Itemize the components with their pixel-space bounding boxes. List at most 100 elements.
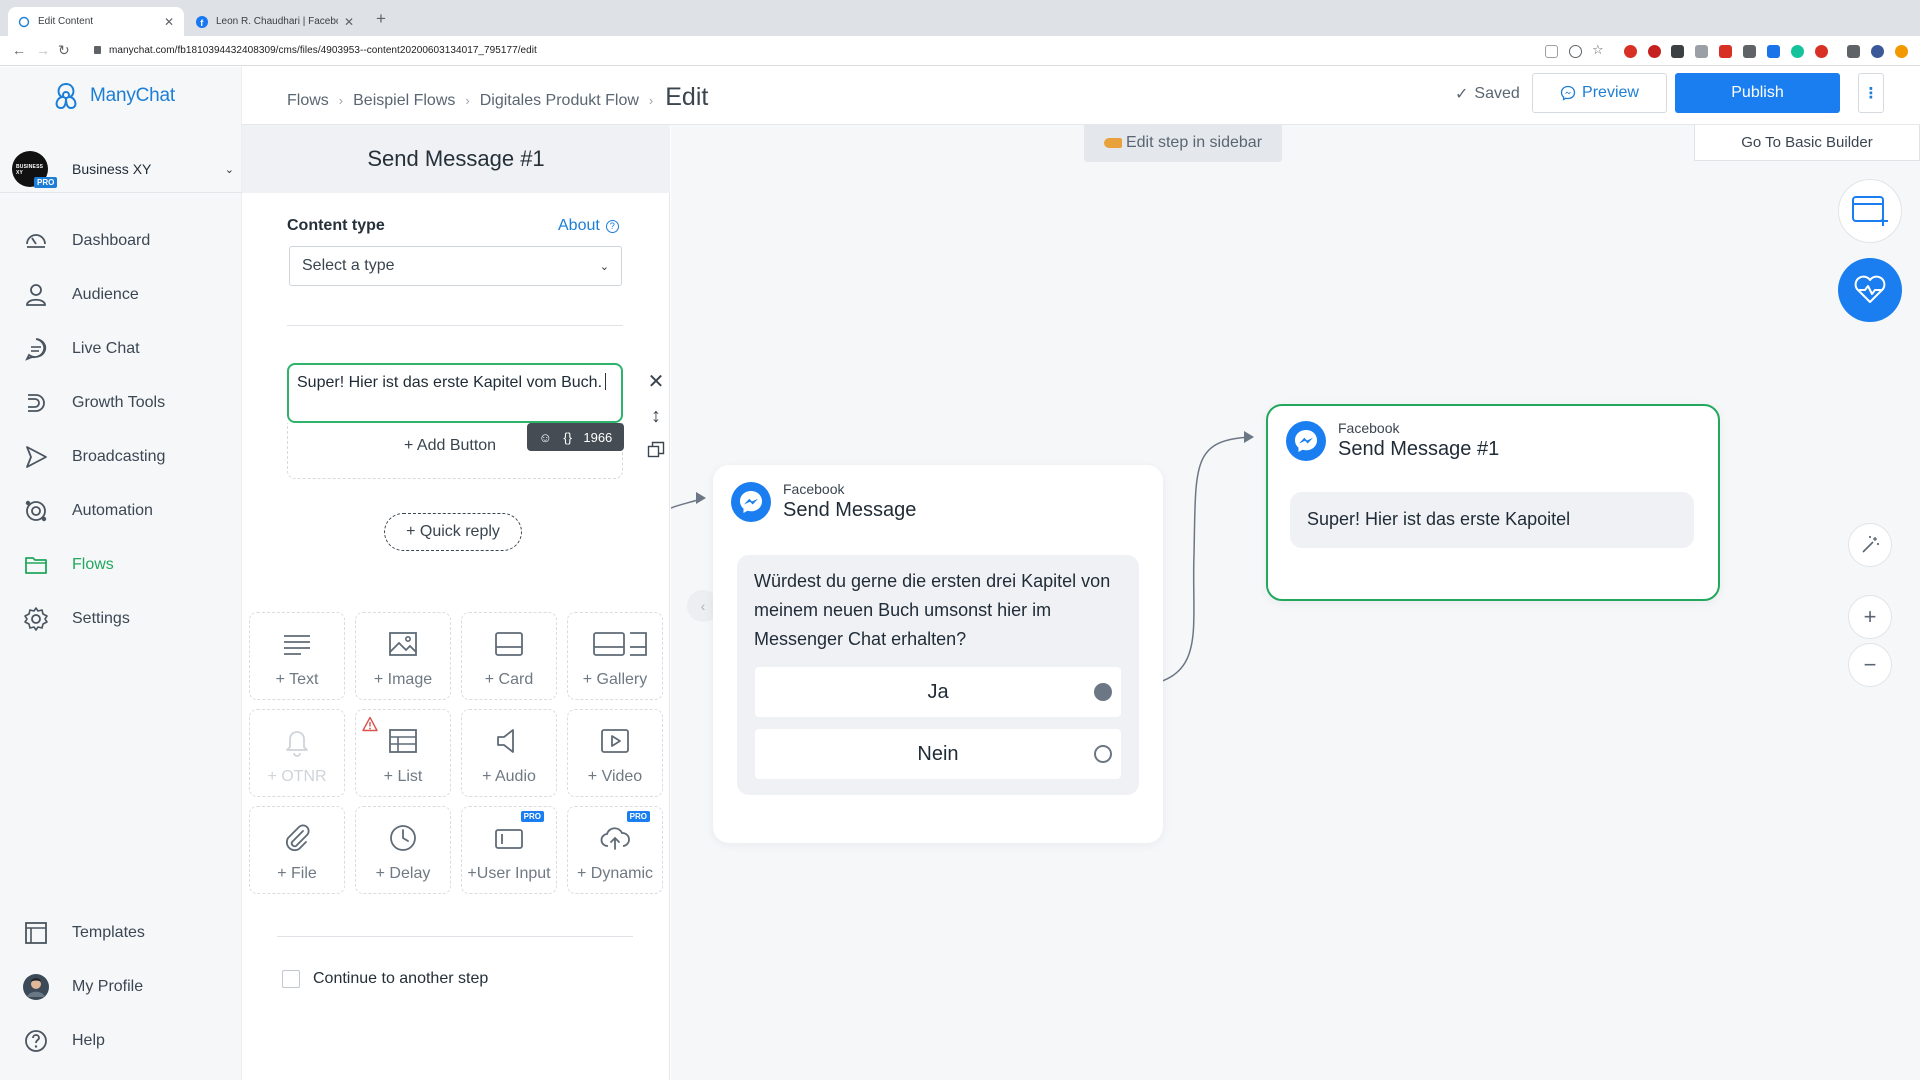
quick-reply-button[interactable]: + Quick reply <box>384 513 522 551</box>
add-text-block[interactable]: + Text <box>249 612 345 700</box>
sidebar-item-audience[interactable]: Audience <box>22 280 222 310</box>
extension-icon[interactable] <box>1719 45 1732 58</box>
add-video-block[interactable]: + Video <box>567 709 663 797</box>
address-bar: ← → ↻ manychat.com/fb181039443240830​9/c… <box>0 36 1920 66</box>
unconnected-port[interactable] <box>1094 745 1112 763</box>
editor-toolbar: ☺ {} 1966 <box>527 423 624 451</box>
publish-label: Publish <box>1731 84 1784 101</box>
sidebar-item-dashboard[interactable]: Dashboard <box>22 226 222 256</box>
extension-icon[interactable] <box>1671 45 1684 58</box>
add-list-block[interactable]: + List <box>355 709 451 797</box>
drag-handle-icon[interactable]: ↕ <box>644 404 668 428</box>
sidebar-item-live-chat[interactable]: Live Chat <box>22 334 222 364</box>
add-dynamic-block[interactable]: PRO + Dynamic <box>567 806 663 894</box>
sidebar-item-help[interactable]: Help <box>22 1026 222 1056</box>
preview-button[interactable]: Preview <box>1532 73 1667 113</box>
reply-button-ja[interactable]: Ja <box>755 667 1121 717</box>
update-menu-icon[interactable] <box>1895 45 1908 58</box>
bookmark-star-icon[interactable]: ☆ <box>1592 42 1605 57</box>
message-text-editor[interactable]: Super! Hier ist das erste Kapitel vom Bu… <box>287 363 623 423</box>
add-image-block[interactable]: + Image <box>355 612 451 700</box>
block-label: + Video <box>587 768 643 785</box>
add-file-block[interactable]: + File <box>249 806 345 894</box>
grammarly-icon[interactable] <box>1791 45 1804 58</box>
content-type-select[interactable]: Select a type ⌄ <box>289 246 622 286</box>
sidebar-item-flows[interactable]: Flows <box>22 550 222 580</box>
zoom-in-button[interactable]: + <box>1848 595 1892 639</box>
plus-icon: + <box>1863 604 1877 629</box>
bell-icon <box>286 731 308 757</box>
more-options-button[interactable]: ⋮ <box>1858 73 1884 113</box>
text-cursor <box>605 373 607 390</box>
manychat-logo[interactable]: ManyChat <box>48 80 175 112</box>
emoji-icon[interactable]: ☺ <box>539 430 552 445</box>
step-edit-panel: Send Message #1 Content type About ? Sel… <box>242 125 670 1080</box>
duplicate-block-icon[interactable] <box>644 438 668 462</box>
pointing-hand-icon <box>1103 138 1122 148</box>
profile-avatar-icon[interactable] <box>1871 45 1884 58</box>
sidebar-item-templates[interactable]: Templates <box>22 918 222 948</box>
sidebar-item-settings[interactable]: Settings <box>22 604 222 634</box>
about-link[interactable]: About ? <box>558 217 619 235</box>
publish-button[interactable]: Publish <box>1675 73 1840 113</box>
logo-text: ManyChat <box>90 85 175 106</box>
zoom-out-button[interactable]: − <box>1848 643 1892 687</box>
sidebar-item-broadcasting[interactable]: Broadcasting <box>22 442 222 472</box>
extension-icon[interactable] <box>1624 45 1637 58</box>
url-field[interactable]: manychat.com/fb181039443240830​9/cms/fil… <box>94 45 537 56</box>
block-label: + Card <box>484 671 534 688</box>
go-to-basic-builder-button[interactable]: Go To Basic Builder <box>1694 125 1920 161</box>
add-otnr-block[interactable]: + OTNR <box>249 709 345 797</box>
extension-icon[interactable] <box>1648 45 1661 58</box>
extension-icon[interactable] <box>1743 45 1756 58</box>
browser-tab-facebook[interactable]: f Leon R. Chaudhari | Facebook ✕ <box>186 7 364 36</box>
breadcrumb-flows[interactable]: Flows <box>287 92 329 110</box>
reply-button-label: Nein <box>917 742 959 765</box>
hint-label: Edit step in sidebar <box>1125 134 1263 151</box>
forward-icon[interactable]: → <box>36 42 50 58</box>
page-title: Edit <box>665 83 709 111</box>
flow-health-button[interactable] <box>1838 258 1902 322</box>
character-count: 1966 <box>583 429 613 445</box>
facebook-favicon-icon: f <box>196 15 208 28</box>
extension-icon[interactable] <box>1815 45 1828 58</box>
flow-node-send-message-1[interactable]: Facebook Send Message #1 Super! Hier ist… <box>1266 404 1720 601</box>
add-gallery-block[interactable]: + Gallery <box>567 612 663 700</box>
auto-arrange-button[interactable] <box>1848 523 1892 567</box>
add-card-block[interactable]: + Card <box>461 612 557 700</box>
browser-tab-edit-content[interactable]: Edit Content ✕ <box>8 7 184 36</box>
reload-icon[interactable]: ↻ <box>58 42 70 59</box>
app-sidebar: ManyChat BUSINESS XY PRO Business XY ⌄ D… <box>0 67 242 1080</box>
breadcrumb-beispiel-flows[interactable]: Beispiel Flows <box>353 92 455 110</box>
add-user-input-block[interactable]: PRO +User Input <box>461 806 557 894</box>
zoom-icon[interactable] <box>1569 45 1582 58</box>
sidebar-item-my-profile[interactable]: My Profile <box>22 972 222 1002</box>
flow-node-send-message[interactable]: Facebook Send Message Würdest du gerne d… <box>713 465 1163 843</box>
continue-checkbox[interactable] <box>282 970 300 988</box>
connected-port[interactable] <box>1094 683 1112 701</box>
reply-button-nein[interactable]: Nein <box>755 729 1121 779</box>
continue-option[interactable]: Continue to another step <box>282 970 488 988</box>
new-tab-icon[interactable]: + <box>376 9 386 29</box>
variables-icon[interactable]: {} <box>563 430 572 445</box>
sidebar-item-automation[interactable]: Automation <box>22 496 222 526</box>
pro-badge: PRO <box>34 177 58 188</box>
extensions-menu-icon[interactable] <box>1847 45 1860 58</box>
extension-icon[interactable] <box>1695 45 1708 58</box>
extension-icon[interactable] <box>1767 45 1780 58</box>
close-tab-icon[interactable]: ✕ <box>164 15 174 29</box>
add-button-label[interactable]: + Add Button <box>404 437 496 455</box>
translate-icon[interactable] <box>1545 45 1558 58</box>
delete-block-icon[interactable]: ✕ <box>644 369 668 393</box>
add-audio-block[interactable]: + Audio <box>461 709 557 797</box>
breadcrumb-flow[interactable]: Digitales Produkt Flow <box>480 92 639 110</box>
add-delay-block[interactable]: + Delay <box>355 806 451 894</box>
account-avatar: BUSINESS XY PRO <box>12 151 58 188</box>
close-tab-icon[interactable]: ✕ <box>344 15 354 29</box>
growth-tools-icon <box>28 394 45 412</box>
flow-canvas[interactable]: Edit step in sidebar Go To Basic Builder… <box>671 124 1920 1080</box>
sidebar-item-growth-tools[interactable]: Growth Tools <box>22 388 222 418</box>
account-switcher[interactable]: BUSINESS XY PRO Business XY ⌄ <box>12 146 234 192</box>
add-step-button[interactable] <box>1838 179 1902 243</box>
back-icon[interactable]: ← <box>12 42 26 58</box>
